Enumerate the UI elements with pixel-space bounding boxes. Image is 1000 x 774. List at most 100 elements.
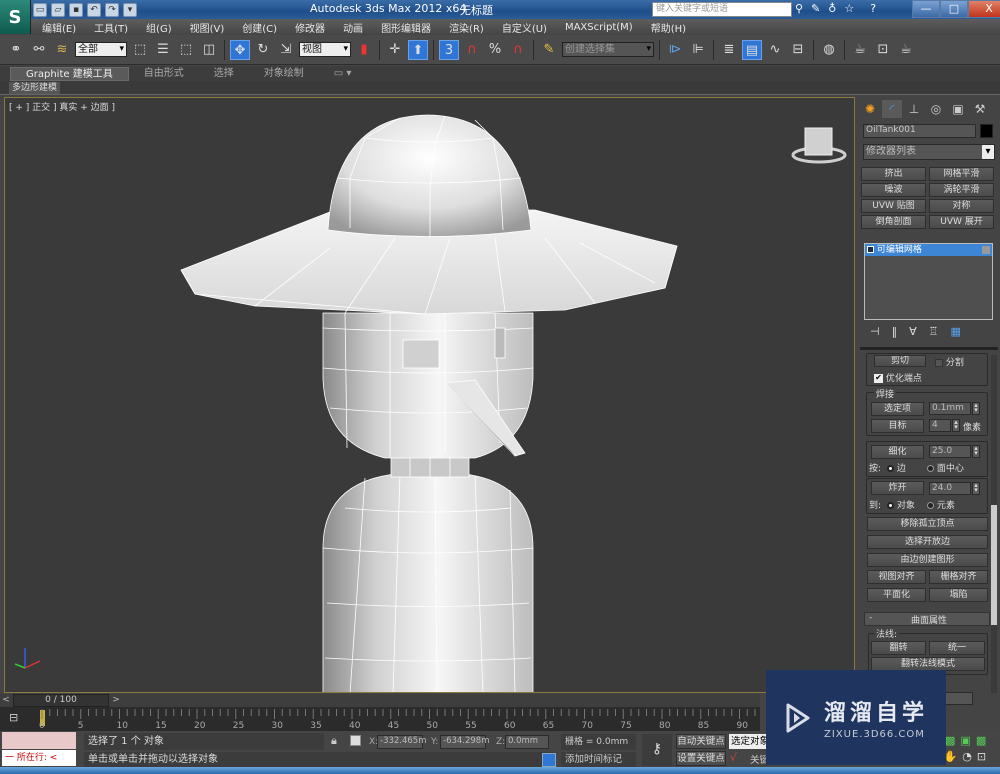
tessellate-tension-field[interactable]: 25.0 xyxy=(929,445,971,458)
grid-align-button[interactable]: 栅格对齐 xyxy=(929,570,988,584)
lock-icon[interactable]: 🔒︎ xyxy=(331,734,337,748)
hat-mesh[interactable] xyxy=(180,114,678,315)
satellite-icon[interactable]: ♁ xyxy=(828,2,836,15)
angle-snap-icon[interactable]: ∩ xyxy=(462,40,482,60)
by-edge-radio[interactable]: 边 xyxy=(887,461,906,474)
refine-ends-checkbox[interactable]: ✔ 优化端点 xyxy=(874,371,922,384)
collapse-button[interactable]: 塌陷 xyxy=(929,588,988,602)
wrench-icon[interactable]: ✎ xyxy=(811,2,820,15)
redo-icon[interactable]: ↷ xyxy=(105,2,119,17)
scrollbar-thumb[interactable] xyxy=(991,505,997,625)
flip-normal-mode-button[interactable]: 翻转法线模式 xyxy=(871,657,985,671)
y-coordinate-field[interactable]: -634.298m xyxy=(440,735,490,749)
modifier-button-symmetry[interactable]: 对称 xyxy=(929,199,994,213)
select-and-rotate-icon[interactable]: ↻ xyxy=(253,40,273,60)
object-color-swatch[interactable] xyxy=(980,124,993,138)
customize-icon[interactable]: ▾ xyxy=(123,2,137,17)
modifier-stack[interactable]: 可编辑网格 xyxy=(864,243,993,320)
snaps-toggle-icon[interactable]: 3 xyxy=(439,39,459,60)
tab-graphite-modeling[interactable]: Graphite 建模工具 xyxy=(10,66,129,81)
slice-button[interactable]: 剪切 xyxy=(874,355,926,367)
menu-animation[interactable]: 动画 xyxy=(334,20,372,35)
tessellate-tension-spinner[interactable]: ▴ ▾ xyxy=(972,445,980,458)
menu-modifiers[interactable]: 修改器 xyxy=(286,20,334,35)
named-selection-dropdown[interactable]: 创建选择集 xyxy=(562,42,654,57)
zoom-extents-all-icon[interactable]: ▩ xyxy=(976,734,986,747)
spinner-snap-icon[interactable]: ∩ xyxy=(508,40,528,60)
star-icon[interactable]: ☆ xyxy=(844,2,854,15)
maxscript-line[interactable]: 一 所在行: < xyxy=(2,750,76,766)
graphite-toggle-icon[interactable]: ▤ xyxy=(742,39,762,60)
hierarchy-icon[interactable]: ⊥ xyxy=(904,100,924,118)
select-and-scale-icon[interactable]: ⇲ xyxy=(276,40,296,60)
time-slider[interactable]: < 0 / 100 > xyxy=(0,694,760,707)
menu-views[interactable]: 视图(V) xyxy=(181,20,234,35)
percent-snap-icon[interactable]: % xyxy=(485,40,505,60)
by-face-center-radio[interactable]: 面中心 xyxy=(927,461,964,474)
tab-object-paint[interactable]: 对象绘制 xyxy=(249,67,319,81)
weld-target-button[interactable]: 目标 xyxy=(871,419,924,433)
remove-isolated-vertices-button[interactable]: 移除孤立顶点 xyxy=(867,517,988,531)
utilities-icon[interactable]: ⚒ xyxy=(970,100,990,118)
tab-freeform[interactable]: 自由形式 xyxy=(129,67,199,81)
modifier-button-extrude[interactable]: 挤出 xyxy=(861,167,926,181)
split-checkbox[interactable]: 分割 xyxy=(935,355,964,368)
modifier-button-unwrap-uvw[interactable]: UVW 展开 xyxy=(929,215,994,229)
tank-body-mesh[interactable] xyxy=(322,452,534,693)
zoom-all-icon[interactable]: ▩ xyxy=(945,734,955,747)
object-name-field[interactable]: OilTank001 xyxy=(863,124,976,138)
auto-key-button[interactable]: 自动关键点 xyxy=(676,734,726,749)
schematic-view-icon[interactable]: ⊟ xyxy=(788,40,808,60)
mirror-icon[interactable]: ⧐ xyxy=(665,40,685,60)
select-and-move-icon[interactable]: ✥ xyxy=(230,39,250,60)
unlink-icon[interactable]: ⚯ xyxy=(29,40,49,60)
maximize-viewport-icon[interactable]: ⊡ xyxy=(977,750,986,763)
track-bar[interactable]: ⊟ 0 5 10 15 20 25 30 35 40 45 50 55 60 65 70 75 80 85 90 xyxy=(0,707,760,731)
save-icon[interactable]: ▪ xyxy=(69,2,83,17)
keyboard-shortcut-override-icon[interactable]: ⬆ xyxy=(408,39,428,60)
manipulate-icon[interactable]: ✛ xyxy=(385,40,405,60)
link-icon[interactable]: ⚭ xyxy=(6,40,26,60)
menu-customize[interactable]: 自定义(U) xyxy=(493,20,556,35)
zoom-region-icon[interactable]: ▣ xyxy=(960,734,970,747)
explode-button[interactable]: 炸开 xyxy=(871,481,924,495)
explode-angle-field[interactable]: 24.0 xyxy=(929,482,971,495)
to-objects-radio[interactable]: 对象 xyxy=(887,498,915,511)
target-pixels-field[interactable]: 4 xyxy=(929,419,951,432)
selection-filter-dropdown[interactable]: 全部 xyxy=(75,42,127,57)
to-elements-radio[interactable]: 元素 xyxy=(927,498,955,511)
stack-item[interactable]: 可编辑网格 xyxy=(865,244,992,256)
time-slider-thumb[interactable]: 0 / 100 xyxy=(13,694,109,707)
select-object-icon[interactable]: ⬚ xyxy=(130,40,150,60)
align-icon[interactable]: ⊫ xyxy=(688,40,708,60)
create-shape-from-edges-button[interactable]: 由边创建图形 xyxy=(867,553,988,567)
menu-help[interactable]: 帮助(H) xyxy=(642,20,695,35)
select-open-edges-button[interactable]: 选择开放边 xyxy=(867,535,988,549)
weld-threshold-spinner[interactable]: ▴ ▾ xyxy=(972,402,980,415)
menu-rendering[interactable]: 渲染(R) xyxy=(440,20,493,35)
menu-maxscript[interactable]: MAXScript(M) xyxy=(556,22,642,33)
modifier-button-meshsmooth[interactable]: 网格平滑 xyxy=(929,167,994,181)
configure-sets-icon[interactable]: ▦ xyxy=(951,325,961,338)
unify-normals-button[interactable]: 统一 xyxy=(929,641,985,655)
render-production-icon[interactable]: ☕ xyxy=(896,40,916,60)
modifier-list-dropdown[interactable]: 修改器列表 ▾ xyxy=(863,144,995,160)
new-file-icon[interactable]: ▭ xyxy=(33,2,47,17)
modify-icon[interactable]: ◜ xyxy=(882,100,902,118)
menu-group[interactable]: 组(G) xyxy=(137,20,181,35)
tessellate-button[interactable]: 细化 xyxy=(871,445,924,459)
surface-properties-rollout-header[interactable]: - 曲面属性 xyxy=(864,612,990,626)
tab-selection[interactable]: 选择 xyxy=(199,67,249,81)
flip-normals-button[interactable]: 翻转 xyxy=(871,641,926,655)
menu-edit[interactable]: 编辑(E) xyxy=(33,20,85,35)
create-icon[interactable]: ✺ xyxy=(860,100,880,118)
undo-icon[interactable]: ↶ xyxy=(87,2,101,17)
weld-threshold-field[interactable]: 0.1mm xyxy=(929,402,971,415)
explode-angle-spinner[interactable]: ▴ ▾ xyxy=(972,482,980,495)
set-key-icon[interactable]: ⚷ xyxy=(642,734,672,766)
set-key-button[interactable]: 设置关键点 xyxy=(676,751,726,766)
close-button[interactable]: X xyxy=(968,0,1000,18)
weld-selected-button[interactable]: 选定项 xyxy=(871,402,924,416)
edit-named-selection-icon[interactable]: ✎ xyxy=(539,40,559,60)
minimize-button[interactable]: — xyxy=(912,0,940,18)
